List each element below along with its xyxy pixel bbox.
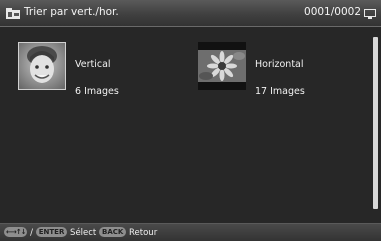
folder-name: Horizontal xyxy=(255,59,304,70)
frame-icon xyxy=(364,9,376,19)
enter-key-icon: ENTER xyxy=(35,227,68,237)
back-hint-label: Retour xyxy=(129,228,158,238)
page-title: Trier par vert./hor. xyxy=(24,6,119,18)
control-hint-bar: ←→↑↓ / ENTER Sélect BACK Retour xyxy=(0,223,381,241)
folder-image-count: 6 Images xyxy=(75,86,119,97)
portrait-photo-icon xyxy=(18,42,66,90)
scrollbar[interactable] xyxy=(373,37,378,209)
page-counter: 0001/0002 xyxy=(304,6,361,18)
photo-frame-screen: Trier par vert./hor. 0001/0002 Vertical … xyxy=(0,0,381,241)
sort-folder-icon xyxy=(6,8,20,19)
hint-separator: / xyxy=(30,228,34,238)
enter-hint-label: Sélect xyxy=(70,228,97,238)
folder-list: Vertical 6 Images Horizontal 17 Images xyxy=(0,27,381,223)
folder-item-horizontal[interactable]: Horizontal 17 Images xyxy=(198,42,368,97)
folder-name: Vertical xyxy=(75,59,111,70)
nav-hint: ←→↑↓ / ENTER Sélect BACK Retour xyxy=(4,227,157,239)
folder-image-count: 17 Images xyxy=(255,86,305,97)
back-key-icon: BACK xyxy=(98,227,127,237)
landscape-photo-icon xyxy=(198,42,246,90)
title-bar: Trier par vert./hor. 0001/0002 xyxy=(0,0,381,27)
folder-item-vertical[interactable]: Vertical 6 Images xyxy=(18,42,178,97)
arrow-keys-icon: ←→↑↓ xyxy=(4,227,28,237)
